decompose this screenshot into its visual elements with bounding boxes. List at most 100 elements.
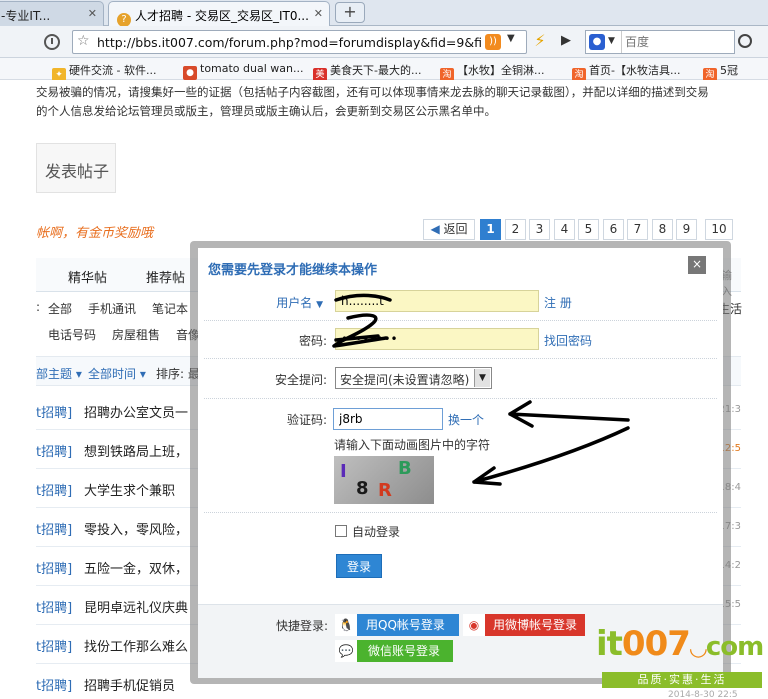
search-icon[interactable]	[738, 34, 752, 48]
new-post-button[interactable]: 发表帖子	[36, 143, 116, 193]
security-question-label: 安全提问:	[274, 373, 327, 387]
auto-login-label[interactable]: 自动登录	[352, 523, 400, 540]
category-all[interactable]: 全部	[48, 300, 72, 317]
password-field[interactable]	[335, 328, 539, 350]
tab-bar: -专业IT... ✕ ? 人才招聘 - 交易区_交易区_IT0... ✕ +	[0, 0, 768, 27]
browser-tab-itbbs[interactable]: -专业IT... ✕	[0, 1, 104, 26]
tab-label: -专业IT...	[1, 9, 51, 23]
category-laptop[interactable]: 笔记本	[152, 300, 188, 317]
captcha-hint: 请输入下面动画图片中的字符	[334, 438, 491, 452]
page-link[interactable]: 6	[603, 219, 624, 240]
chevron-down-icon: ▼	[474, 369, 490, 387]
bookmark-item[interactable]: 淘【水牧】全铜淋...	[440, 62, 545, 82]
close-icon[interactable]: ✕	[88, 7, 97, 20]
tomato-icon: ●	[183, 66, 197, 80]
page-link[interactable]: 3	[529, 219, 550, 240]
login-dialog: 您需要先登录才能继续本操作 × 用户名 ▼ 注 册 密码: 找回密码 安全提问:…	[198, 248, 723, 678]
page-link[interactable]: 9	[676, 219, 697, 240]
captcha-label: 验证码:	[286, 413, 327, 427]
divider	[204, 320, 717, 321]
close-icon[interactable]: ✕	[314, 7, 323, 20]
page-link[interactable]: 7	[627, 219, 648, 240]
bookmark-item[interactable]: 美美食天下-最大的...	[313, 62, 421, 82]
play-icon[interactable]: ▶	[556, 31, 576, 51]
post-date: 2014-8-30 22:5	[668, 690, 738, 699]
bookmark-item[interactable]: 淘 5冠	[703, 62, 738, 82]
tab-recommended[interactable]: 推荐帖	[146, 267, 185, 286]
username-label[interactable]: 用户名 ▼	[248, 294, 323, 311]
page-link[interactable]: 5	[578, 219, 599, 240]
password-label: 密码:	[298, 334, 327, 348]
register-link[interactable]: 注 册	[544, 294, 572, 311]
smile-icon: ◡	[689, 636, 707, 661]
category-housing[interactable]: 房屋租售	[112, 326, 160, 343]
divider	[204, 358, 717, 359]
category-phone-number[interactable]: 电话号码	[48, 326, 96, 343]
qq-penguin-icon: 🐧	[335, 614, 357, 636]
chevron-left-icon: ◀	[430, 222, 440, 236]
page-link[interactable]: 8	[652, 219, 673, 240]
chevron-down-icon: ▾	[75, 367, 82, 381]
history-icon[interactable]	[44, 34, 60, 50]
page-link[interactable]: 1	[480, 219, 501, 240]
page-link[interactable]: 4	[554, 219, 575, 240]
page-link[interactable]: 10	[705, 219, 733, 240]
rss-icon[interactable]: ))	[485, 34, 501, 50]
navigation-bar: ☆ http://bbs.it007.com/forum.php?mod=for…	[0, 26, 768, 58]
search-box: ● ▼	[585, 30, 735, 54]
baidu-paw-icon[interactable]: ●	[589, 34, 605, 50]
captcha-char: 8	[356, 478, 369, 499]
page-link[interactable]: 2	[505, 219, 526, 240]
dialog-title: 您需要先登录才能继续本操作	[208, 263, 378, 278]
wechat-icon: 💬	[335, 640, 357, 662]
captcha-char: I	[340, 461, 347, 482]
captcha-field[interactable]	[333, 408, 443, 430]
new-tab-button[interactable]: +	[335, 2, 365, 23]
chevron-down-icon[interactable]: ▼	[507, 33, 515, 44]
refresh-captcha-link[interactable]: 换一个	[448, 411, 484, 428]
bookmark-item[interactable]: ● tomato dual wan...	[183, 62, 304, 80]
logo-wordmark: it007◡com	[596, 624, 764, 664]
quick-login-label: 快捷登录:	[275, 619, 328, 633]
bookmark-item[interactable]: ✦ 硬件交流 - 软件...	[52, 62, 156, 82]
chevron-down-icon[interactable]: ▼	[608, 36, 615, 46]
username-field[interactable]	[335, 290, 539, 312]
tab-digest[interactable]: 精华帖	[68, 267, 107, 286]
weibo-login-button[interactable]: ◉ 用微博帐号登录	[463, 614, 585, 636]
browser-tab-job-board[interactable]: ? 人才招聘 - 交易区_交易区_IT0... ✕	[108, 1, 330, 27]
logo-tagline: 品质·实惠·生活	[602, 672, 762, 688]
slogan-banner: 帐啊，有金币奖励哦	[36, 226, 154, 241]
bookmark-item[interactable]: 淘首页-【水牧洁具...	[572, 62, 680, 82]
wechat-login-button[interactable]: 💬 微信账号登录	[335, 640, 453, 662]
forgot-password-link[interactable]: 找回密码	[544, 332, 592, 349]
auto-login-checkbox[interactable]	[335, 525, 347, 537]
close-icon[interactable]: ×	[688, 256, 706, 274]
chevron-down-icon: ▼	[316, 300, 323, 310]
site-logo: it007◡com 品质·实惠·生活 2014-8-30 22:5	[596, 622, 768, 699]
category-separator: :	[36, 300, 41, 314]
url-text[interactable]: http://bbs.it007.com/forum.php?mod=forum…	[97, 35, 482, 50]
captcha-char: R	[378, 480, 392, 501]
login-button[interactable]: 登录	[336, 554, 382, 578]
bookmark-star-icon[interactable]: ☆	[77, 33, 90, 49]
weibo-icon: ◉	[463, 614, 485, 636]
captcha-char: B	[398, 458, 412, 479]
filter-all-time[interactable]: 全部时间 ▾	[88, 365, 146, 382]
address-bar[interactable]: ☆ http://bbs.it007.com/forum.php?mod=for…	[72, 30, 527, 54]
security-question-select[interactable]: 安全提问(未设置请忽略) ▼	[335, 367, 492, 389]
filter-all-threads[interactable]: 部主题 ▾	[36, 365, 82, 382]
lightning-icon[interactable]: ⚡	[530, 31, 550, 51]
captcha-image[interactable]: I 8 R B	[334, 456, 434, 504]
bookmarks-bar: ✦ 硬件交流 - 软件... ● tomato dual wan... 美美食天下-…	[0, 58, 768, 82]
divider	[204, 398, 717, 399]
site-favicon-icon: ?	[117, 13, 131, 27]
qq-login-button[interactable]: 🐧 用QQ帐号登录	[335, 614, 459, 636]
category-mobile[interactable]: 手机通讯	[88, 300, 136, 317]
tab-label: 人才招聘 - 交易区_交易区_IT0...	[135, 9, 309, 23]
search-input[interactable]	[621, 31, 721, 53]
divider	[204, 512, 717, 513]
notice-line: 的个人信息发给论坛管理员或版主，管理员或版主确认后，会更新到交易区公示黑名单中。	[36, 104, 496, 118]
chevron-down-icon: ▾	[139, 367, 146, 381]
notice-line: 交易被骗的情况，请搜集好一些的证据（包括帖子内容截图，还有可以体现事情来龙去脉的…	[36, 85, 709, 99]
back-button[interactable]: ◀ 返回	[423, 219, 475, 240]
